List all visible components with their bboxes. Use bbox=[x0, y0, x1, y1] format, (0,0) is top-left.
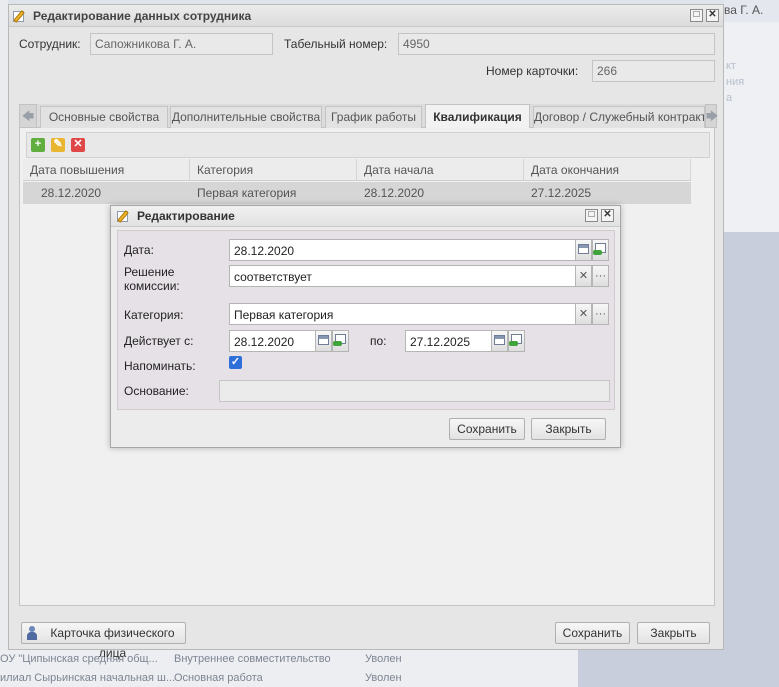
grid-toolbar: + ✎ ✕ bbox=[26, 132, 710, 158]
remind-checkbox[interactable]: ✓ bbox=[229, 356, 242, 369]
date-today-button[interactable] bbox=[592, 239, 609, 261]
background-user-name: ва Г. А. bbox=[724, 0, 779, 22]
edit-qualification-dialog: Редактирование □ ✕ Дата: 28.12.2020 Реше… bbox=[110, 205, 621, 448]
dialog-save-button[interactable]: Сохранить bbox=[449, 418, 525, 440]
arrow-right-icon: 🡆 bbox=[706, 109, 719, 123]
add-icon[interactable]: + bbox=[31, 138, 45, 152]
close-icon[interactable]: ✕ bbox=[706, 9, 719, 22]
column-header-category[interactable]: Категория bbox=[190, 159, 357, 181]
dialog-form: Дата: 28.12.2020 Решение комиссии: соотве… bbox=[117, 230, 615, 410]
employee-label: Сотрудник: bbox=[19, 37, 81, 51]
valid-from-label: Действует с: bbox=[124, 334, 194, 348]
decision-clear-button[interactable]: ✕ bbox=[575, 265, 592, 287]
calendar-icon bbox=[318, 335, 329, 345]
valid-to-picker-button[interactable] bbox=[491, 330, 508, 352]
window-save-button[interactable]: Сохранить bbox=[555, 622, 630, 644]
valid-from-input[interactable]: 28.12.2020 bbox=[229, 330, 316, 352]
card-number-field[interactable]: 266 bbox=[592, 60, 715, 82]
valid-to-label: по: bbox=[370, 334, 387, 348]
window-close-button[interactable]: Закрыть bbox=[637, 622, 710, 644]
table-row[interactable]: 28.12.2020 Первая категория 28.12.2020 2… bbox=[23, 182, 691, 204]
card-number-label: Номер карточки: bbox=[486, 64, 579, 78]
ellipsis-icon: ··· bbox=[595, 270, 606, 282]
valid-to-input[interactable]: 27.12.2025 bbox=[405, 330, 492, 352]
tab-contract[interactable]: Договор / Служебный контракт bbox=[533, 106, 705, 128]
edit-icon bbox=[13, 9, 27, 23]
category-clear-button[interactable]: ✕ bbox=[575, 303, 592, 325]
employee-field[interactable]: Сапожникова Г. А. bbox=[90, 33, 273, 55]
dialog-title-bar[interactable]: Редактирование □ ✕ bbox=[111, 206, 620, 227]
background-left-strip bbox=[0, 0, 8, 687]
clear-icon: ✕ bbox=[578, 308, 589, 320]
category-select-button[interactable]: ··· bbox=[592, 303, 609, 325]
column-header-end-date[interactable]: Дата окончания bbox=[524, 159, 691, 181]
valid-from-picker-button[interactable] bbox=[315, 330, 332, 352]
dialog-close-button[interactable]: Закрыть bbox=[531, 418, 606, 440]
dialog-close-icon[interactable]: ✕ bbox=[601, 209, 614, 222]
dialog-maximize-icon[interactable]: □ bbox=[585, 209, 598, 222]
background-panel-lines: кт ния а bbox=[726, 60, 745, 104]
cell-end-date: 27.12.2025 bbox=[531, 186, 592, 200]
date-label: Дата: bbox=[124, 243, 154, 257]
date-picker-button[interactable] bbox=[575, 239, 592, 261]
valid-from-today-button[interactable] bbox=[332, 330, 349, 352]
window-title-bar[interactable]: Редактирование данных сотрудника □ ✕ bbox=[9, 5, 723, 27]
background-side-panel: кт ния а bbox=[724, 22, 779, 232]
tabnum-field[interactable]: 4950 bbox=[398, 33, 715, 55]
date-input[interactable]: 28.12.2020 bbox=[229, 239, 576, 261]
edit-pencil-icon[interactable]: ✎ bbox=[51, 138, 65, 152]
tab-qualification[interactable]: Квалификация bbox=[425, 104, 530, 128]
dialog-title: Редактирование bbox=[137, 209, 235, 223]
person-icon bbox=[26, 626, 38, 640]
today-icon bbox=[333, 334, 346, 346]
maximize-icon[interactable]: □ bbox=[690, 9, 703, 22]
category-label: Категория: bbox=[124, 308, 184, 322]
column-header-promotion-date[interactable]: Дата повышения bbox=[23, 159, 190, 181]
arrow-left-icon: 🡄 bbox=[21, 109, 35, 123]
decision-select-button[interactable]: ··· bbox=[592, 265, 609, 287]
calendar-icon bbox=[494, 335, 505, 345]
tab-scroll-right[interactable]: 🡆 bbox=[705, 104, 719, 128]
decision-label: Решение комиссии: bbox=[124, 265, 180, 293]
today-icon bbox=[593, 243, 606, 255]
background-right-area: ва Г. А. кт ния а bbox=[724, 0, 779, 687]
tabnum-label: Табельный номер: bbox=[284, 37, 388, 51]
cell-start-date: 28.12.2020 bbox=[364, 186, 425, 200]
tab-work-schedule[interactable]: График работы bbox=[325, 106, 422, 128]
grid-header: Дата повышения Категория Дата начала Дат… bbox=[23, 159, 691, 181]
tab-bar: 🡄 Основные свойства Дополнительные свойс… bbox=[19, 104, 719, 128]
decision-input[interactable]: соответствует bbox=[229, 265, 576, 287]
cell-promotion-date: 28.12.2020 bbox=[41, 186, 102, 200]
background-bottom-right bbox=[578, 650, 779, 687]
person-card-button[interactable]: Карточка физического лица bbox=[21, 622, 186, 660]
cell-category: Первая категория bbox=[197, 186, 297, 200]
tab-additional-properties[interactable]: Дополнительные свойства bbox=[170, 106, 322, 128]
basis-input[interactable] bbox=[219, 380, 610, 402]
clear-icon: ✕ bbox=[578, 270, 589, 282]
valid-to-today-button[interactable] bbox=[508, 330, 525, 352]
category-input[interactable]: Первая категория bbox=[229, 303, 576, 325]
ellipsis-icon: ··· bbox=[595, 308, 606, 320]
window-title: Редактирование данных сотрудника bbox=[33, 9, 252, 23]
tab-scroll-left[interactable]: 🡄 bbox=[19, 104, 37, 128]
today-icon bbox=[509, 334, 522, 346]
basis-label: Основание: bbox=[124, 384, 189, 398]
calendar-icon bbox=[578, 244, 589, 254]
tab-main-properties[interactable]: Основные свойства bbox=[40, 106, 168, 128]
remind-label: Напоминать: bbox=[124, 359, 196, 373]
column-header-start-date[interactable]: Дата начала bbox=[357, 159, 524, 181]
edit-icon bbox=[117, 209, 131, 223]
delete-icon[interactable]: ✕ bbox=[71, 138, 85, 152]
